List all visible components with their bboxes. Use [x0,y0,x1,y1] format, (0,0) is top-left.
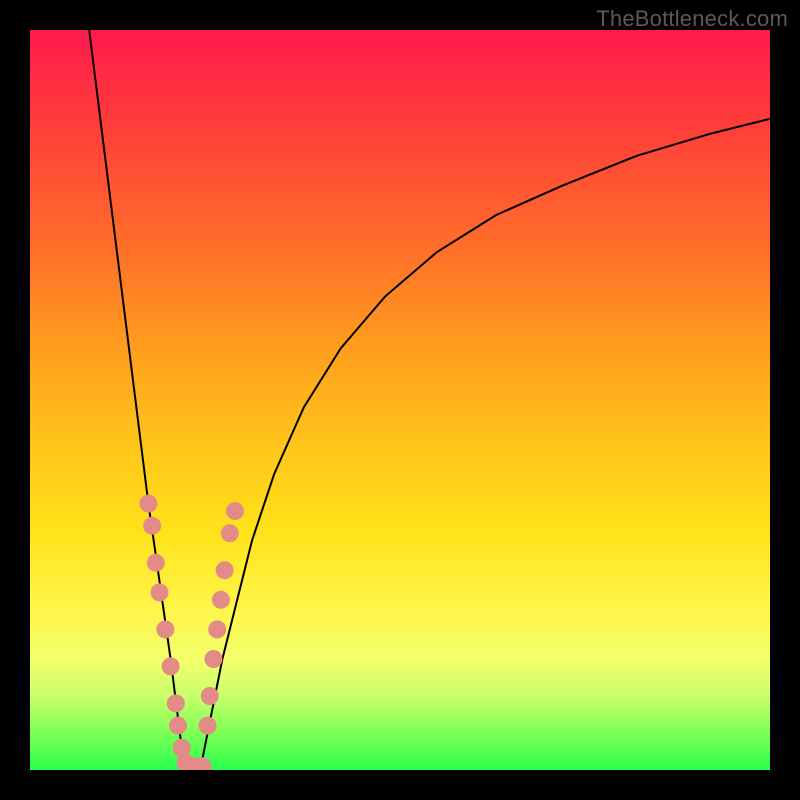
data-dot [208,620,226,638]
data-dot [221,524,239,542]
data-dot [216,561,234,579]
chart-frame: TheBottleneck.com [0,0,800,800]
data-dot [169,717,187,735]
right-branch-curve [200,119,770,770]
data-dot [139,495,157,513]
data-dot [147,554,165,572]
data-dot [205,650,223,668]
data-dot [162,657,180,675]
data-dot [167,694,185,712]
data-dot [226,502,244,520]
plot-svg [30,30,770,770]
data-dot [199,717,217,735]
watermark-text: TheBottleneck.com [596,6,788,32]
data-dot [151,583,169,601]
plot-area [30,30,770,770]
data-dot [143,517,161,535]
data-dot [201,687,219,705]
data-dot [156,620,174,638]
data-dot [212,591,230,609]
